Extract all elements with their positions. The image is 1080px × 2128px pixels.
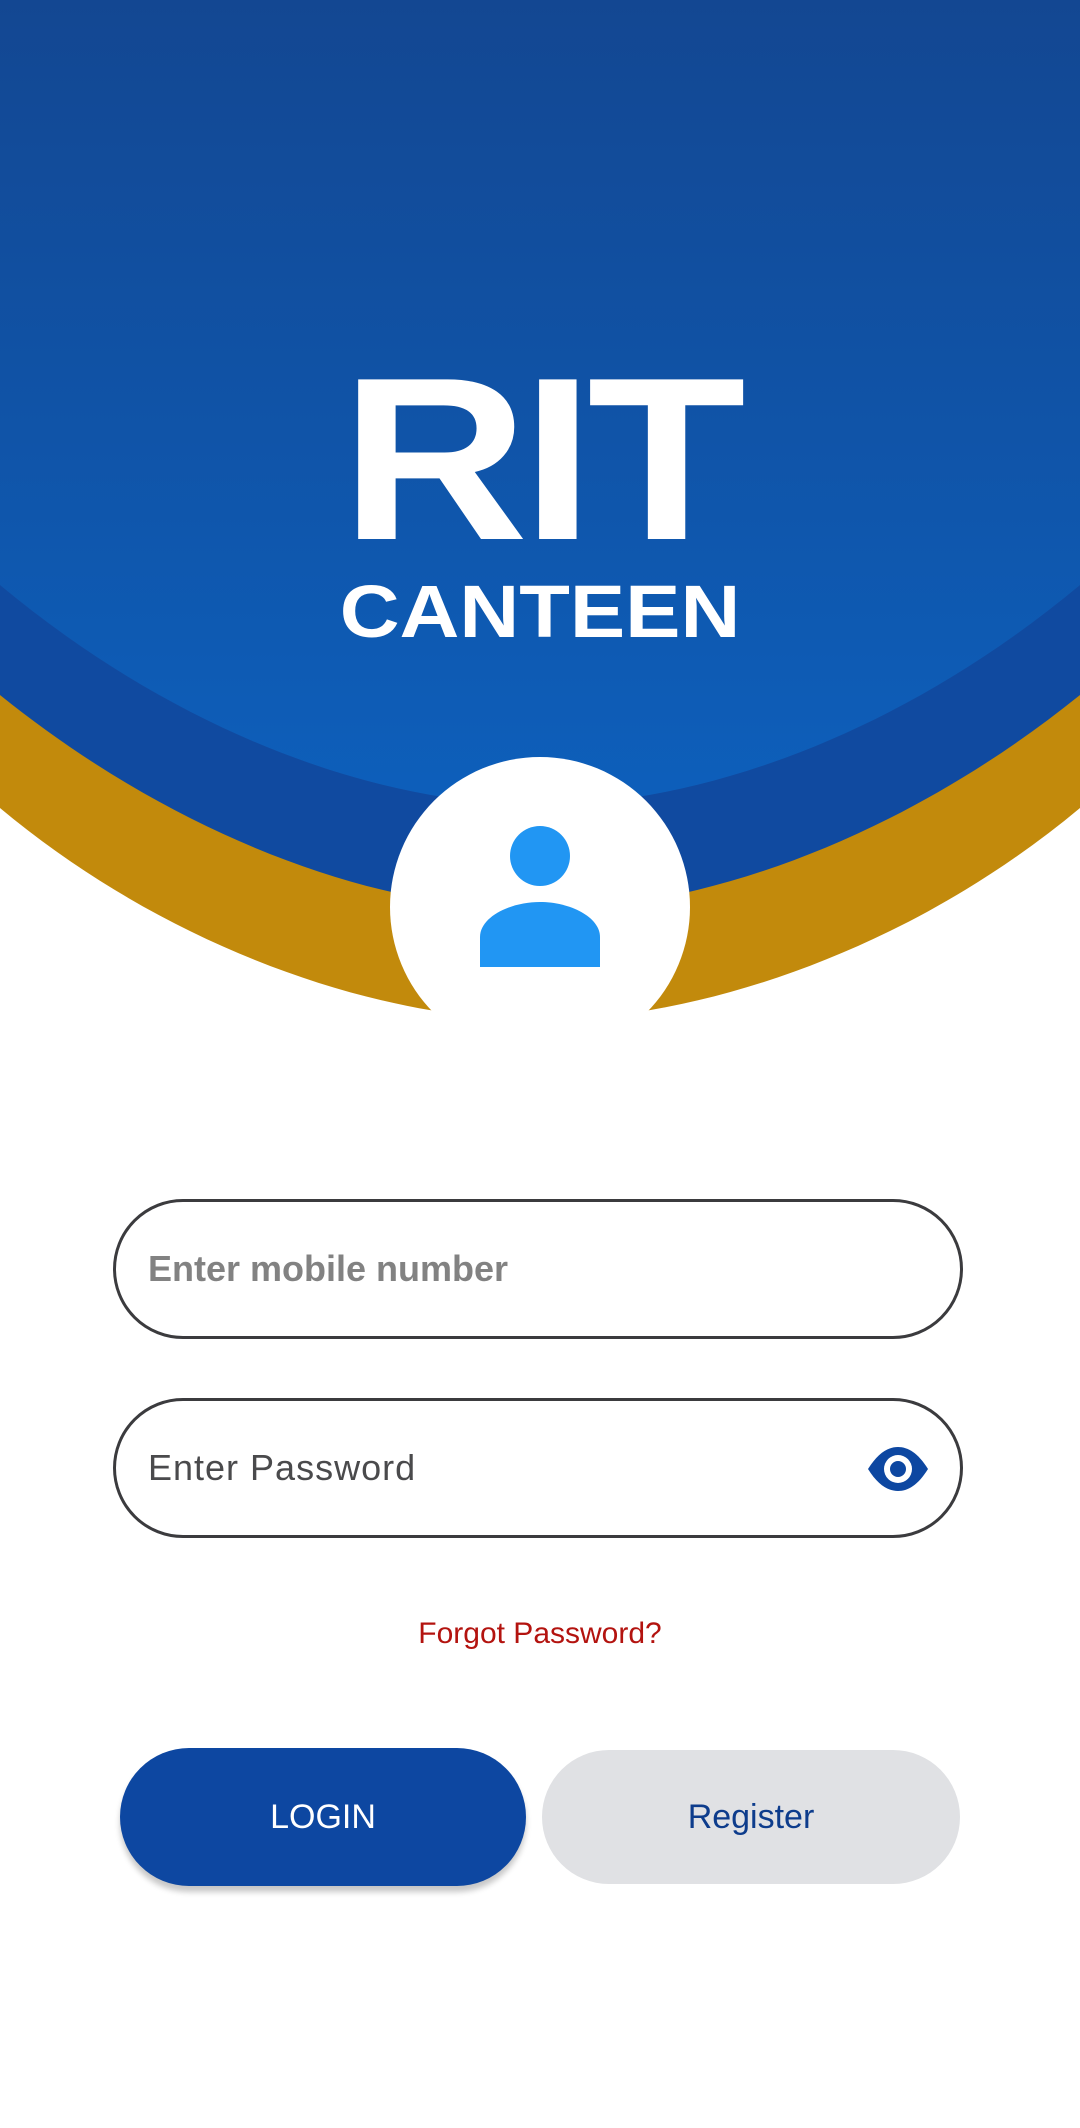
avatar [390,757,690,1057]
eye-icon[interactable] [866,1439,930,1499]
person-icon [480,826,600,967]
forgot-password-link[interactable]: Forgot Password? [0,1617,1080,1651]
password-input[interactable] [148,1401,888,1535]
logo-subtitle: CANTEEN [339,570,741,653]
register-button[interactable]: Register [542,1750,960,1884]
app-logo: RIT CANTEEN [0,330,1080,653]
mobile-field[interactable] [113,1199,963,1339]
login-button[interactable]: LOGIN [120,1748,526,1886]
password-field[interactable] [113,1398,963,1538]
logo-title: RIT [340,330,746,589]
mobile-input[interactable] [148,1202,888,1336]
